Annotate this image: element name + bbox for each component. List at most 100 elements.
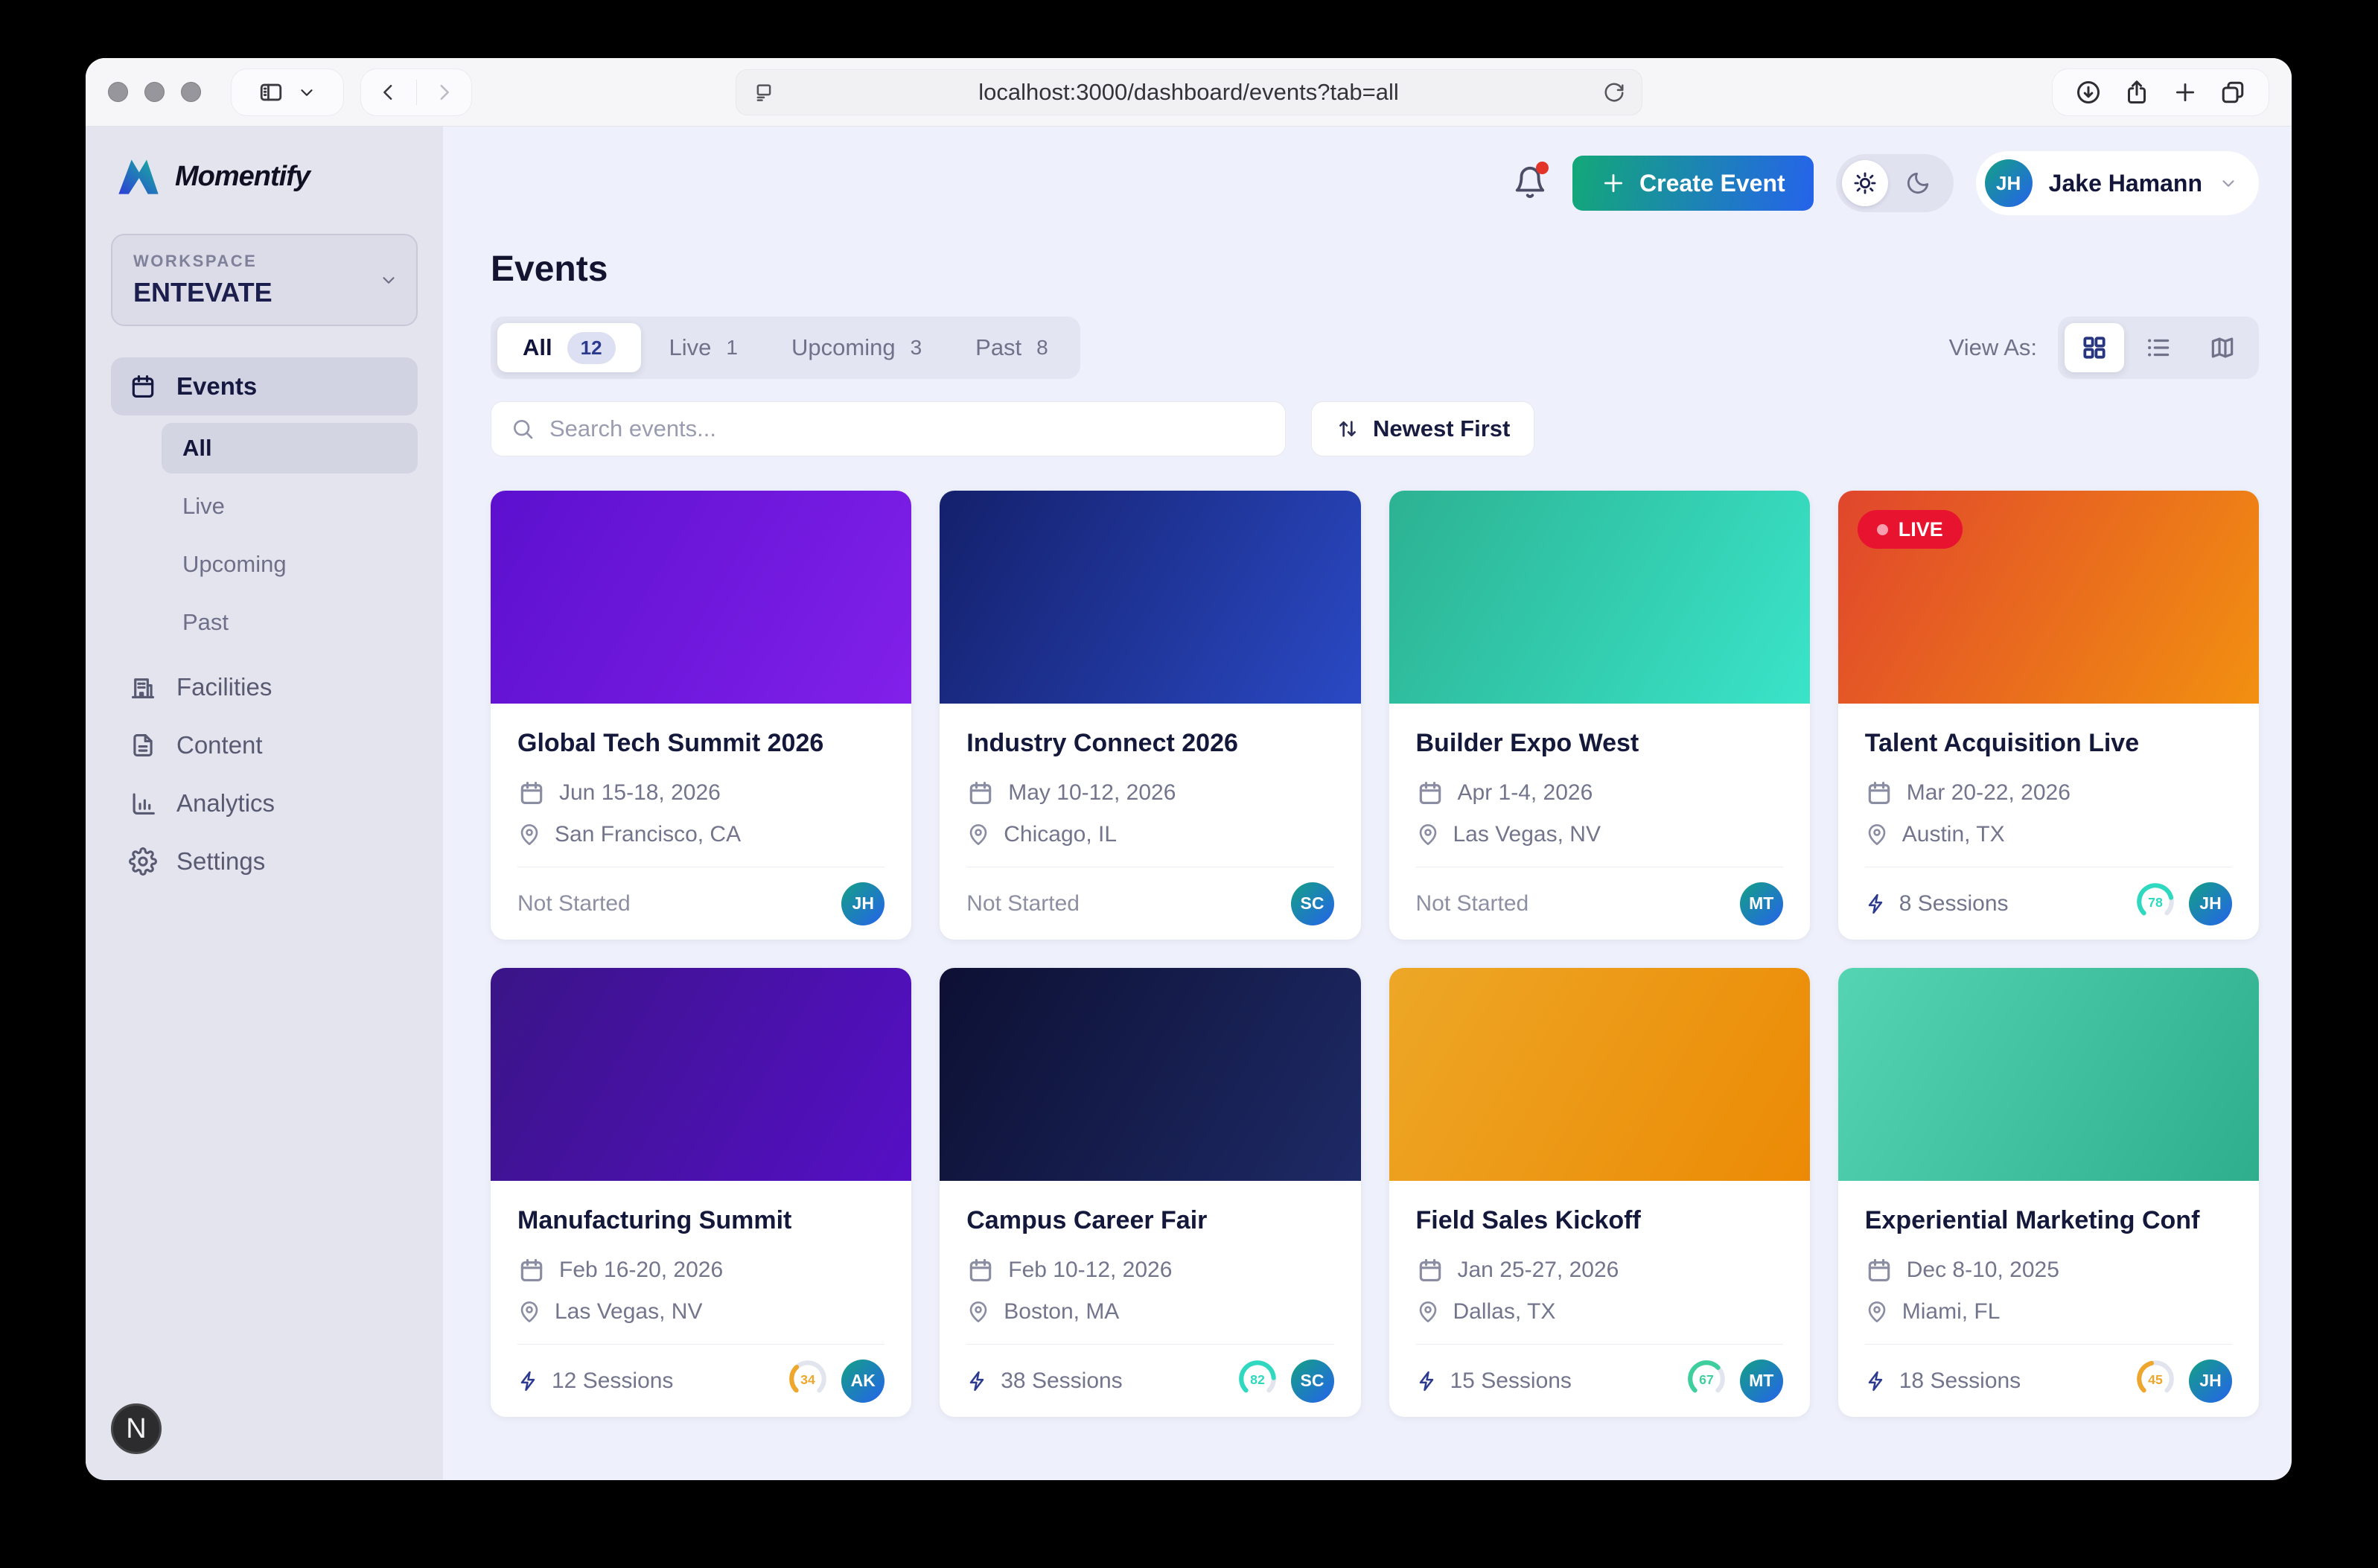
sun-icon	[1852, 170, 1878, 196]
event-card[interactable]: Industry Connect 2026May 10-12, 2026Chic…	[940, 491, 1360, 940]
user-menu[interactable]: JH Jake Hamann	[1976, 151, 2259, 215]
tab-label: Past	[975, 334, 1021, 361]
event-date: Mar 20-22, 2026	[1865, 779, 2232, 807]
pin-icon	[517, 1300, 541, 1324]
avatar: JH	[2189, 882, 2232, 925]
event-sessions-text: 8 Sessions	[1899, 891, 2009, 917]
event-card-footer: 8 Sessions 78 JH	[1865, 867, 2232, 940]
tab-upcoming[interactable]: Upcoming3	[766, 323, 947, 372]
minimize-window-button[interactable]	[144, 82, 165, 102]
event-banner	[491, 491, 911, 704]
event-footer-right: 82 SC	[1236, 1357, 1334, 1404]
share-button[interactable]	[2123, 79, 2150, 106]
tab-all[interactable]: All12	[497, 323, 641, 372]
sidebar-item-label: Analytics	[176, 789, 275, 818]
event-card[interactable]: Experiential Marketing ConfDec 8-10, 202…	[1838, 968, 2259, 1417]
theme-toggle[interactable]	[1836, 154, 1954, 212]
download-button[interactable]	[2075, 79, 2102, 106]
workspace-selector[interactable]: WORKSPACE ENTEVATE	[111, 234, 418, 326]
event-card[interactable]: LIVETalent Acquisition LiveMar 20-22, 20…	[1838, 491, 2259, 940]
pin-icon	[1416, 1300, 1440, 1324]
calendar-icon	[1416, 1256, 1444, 1284]
event-banner	[1389, 968, 1810, 1181]
event-footer-right: 78 JH	[2134, 880, 2232, 927]
event-card[interactable]: Builder Expo WestApr 1-4, 2026Las Vegas,…	[1389, 491, 1810, 940]
light-mode-option[interactable]	[1842, 160, 1888, 206]
search-input[interactable]	[549, 415, 1266, 442]
calendar-icon	[966, 1256, 995, 1284]
moon-icon	[1905, 170, 1931, 196]
view-mode-map[interactable]	[2193, 323, 2252, 372]
list-icon	[2144, 334, 2173, 362]
sort-button[interactable]: Newest First	[1311, 401, 1534, 456]
view-mode-grid[interactable]	[2065, 323, 2124, 372]
forward-button[interactable]	[417, 81, 472, 103]
calendar-icon	[129, 372, 157, 401]
browser-sidebar-toggle[interactable]	[231, 68, 344, 116]
sidebar-subitem-all[interactable]: All	[162, 423, 418, 474]
event-location: Boston, MA	[966, 1299, 1333, 1325]
pin-icon	[966, 823, 990, 847]
browser-history-nav	[360, 68, 472, 116]
bolt-icon	[1865, 893, 1887, 915]
notification-dot	[1536, 162, 1549, 174]
event-banner	[491, 968, 911, 1181]
progress-gauge: 45	[2134, 1357, 2177, 1404]
event-footer-right: JH	[841, 882, 884, 925]
avatar: SC	[1291, 1360, 1334, 1403]
sidebar-item-settings[interactable]: Settings	[111, 832, 418, 890]
event-date-text: Mar 20-22, 2026	[1907, 780, 2071, 806]
traffic-lights	[108, 82, 201, 102]
chevron-down-icon	[379, 270, 398, 290]
pin-icon	[1416, 823, 1440, 847]
event-tabs: All12Live1Upcoming3Past8	[491, 316, 1080, 379]
search-icon	[511, 417, 535, 441]
close-window-button[interactable]	[108, 82, 128, 102]
new-tab-button[interactable]	[2173, 80, 2198, 105]
sidebar-item-analytics[interactable]: Analytics	[111, 774, 418, 832]
zoom-window-button[interactable]	[181, 82, 201, 102]
event-card[interactable]: Global Tech Summit 2026Jun 15-18, 2026Sa…	[491, 491, 911, 940]
sidebar-item-events[interactable]: Events	[111, 357, 418, 415]
dark-mode-option[interactable]	[1888, 170, 1948, 196]
event-sessions-text: 38 Sessions	[1001, 1368, 1122, 1394]
create-event-button[interactable]: Create Event	[1572, 156, 1814, 211]
event-location: San Francisco, CA	[517, 822, 884, 847]
tab-label: All	[523, 334, 552, 361]
user-name: Jake Hamann	[2049, 170, 2202, 197]
bolt-icon	[1416, 1370, 1438, 1392]
view-mode-list[interactable]	[2129, 323, 2188, 372]
event-card[interactable]: Field Sales KickoffJan 25-27, 2026Dallas…	[1389, 968, 1810, 1417]
nextjs-dev-button[interactable]: N	[111, 1403, 162, 1454]
bolt-icon	[1865, 1370, 1887, 1392]
tab-live[interactable]: Live1	[644, 323, 763, 372]
address-bar[interactable]: localhost:3000/dashboard/events?tab=all	[736, 69, 1642, 115]
event-card[interactable]: Manufacturing SummitFeb 16-20, 2026Las V…	[491, 968, 911, 1417]
event-banner: LIVE	[1838, 491, 2259, 704]
sidebar-subitem-past[interactable]: Past	[162, 597, 418, 648]
sidebar-toggle-icon	[258, 80, 284, 105]
tab-overview-button[interactable]	[2219, 79, 2246, 106]
event-location-text: Dallas, TX	[1453, 1299, 1556, 1325]
browser-window: localhost:3000/dashboard/events?tab=all …	[86, 58, 2292, 1480]
back-button[interactable]	[361, 81, 416, 103]
sidebar-item-facilities[interactable]: Facilities	[111, 658, 418, 716]
brand[interactable]: Momentify	[111, 155, 418, 198]
avatar: SC	[1291, 882, 1334, 925]
refresh-icon[interactable]	[1603, 81, 1625, 103]
event-sessions: 18 Sessions	[1865, 1368, 2021, 1394]
sidebar-item-content[interactable]: Content	[111, 716, 418, 774]
calendar-icon	[1865, 779, 1893, 807]
chevron-down-icon	[2219, 173, 2238, 193]
tab-past[interactable]: Past8	[950, 323, 1074, 372]
event-card-body: Manufacturing SummitFeb 16-20, 2026Las V…	[491, 1181, 911, 1344]
event-card-footer: 38 Sessions 82 SC	[966, 1344, 1333, 1417]
event-card[interactable]: Campus Career FairFeb 10-12, 2026Boston,…	[940, 968, 1360, 1417]
notifications-button[interactable]	[1513, 165, 1547, 203]
sidebar-subitem-live[interactable]: Live	[162, 481, 418, 532]
sidebar-item-label: Content	[176, 731, 263, 759]
pin-icon	[1865, 823, 1889, 847]
sidebar-subitem-upcoming[interactable]: Upcoming	[162, 539, 418, 590]
event-footer-right: SC	[1291, 882, 1334, 925]
momentify-logo-icon	[117, 155, 160, 198]
